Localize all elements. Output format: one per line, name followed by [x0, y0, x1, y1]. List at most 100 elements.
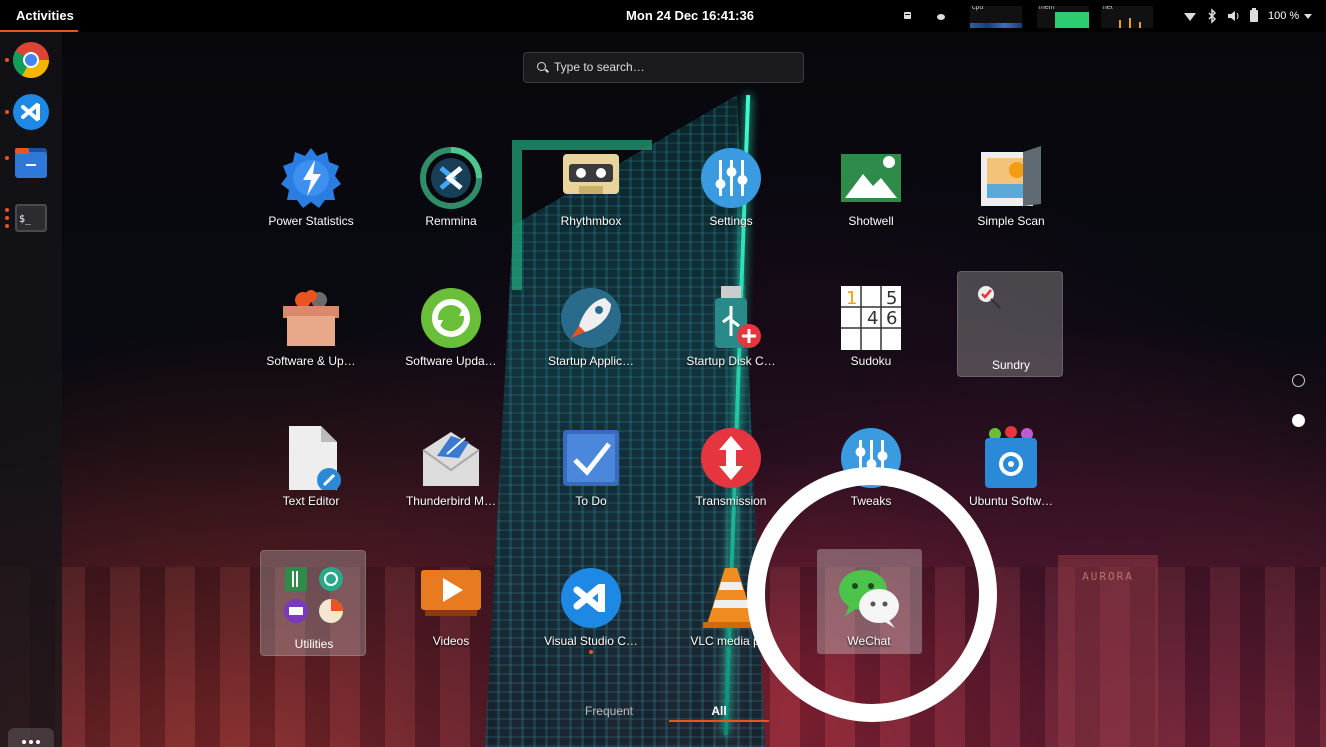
- activities-button[interactable]: Activities: [0, 0, 78, 32]
- rhythmbox-icon: [559, 146, 623, 210]
- app-label: Power Statistics: [268, 214, 354, 228]
- running-indicator: [5, 208, 9, 212]
- wifi-icon[interactable]: [1183, 0, 1197, 32]
- app-label: Text Editor: [282, 494, 340, 508]
- ubuntu-software-bag-icon: [979, 426, 1043, 490]
- app-simple-scan[interactable]: Simple Scan: [956, 142, 1066, 252]
- top-bar: Activities Mon 24 Dec 16:41:36 cpu mem n…: [0, 0, 1326, 32]
- app-vscode[interactable]: Visual Studio C…: [536, 562, 646, 672]
- app-shotwell[interactable]: Shotwell: [816, 142, 926, 252]
- net-monitor[interactable]: net: [1101, 6, 1153, 28]
- app-thunderbird[interactable]: Thunderbird M…: [396, 422, 506, 532]
- page-indicator-2[interactable]: [1292, 414, 1305, 427]
- folder-utilities[interactable]: Utilities: [260, 550, 366, 656]
- app-remmina[interactable]: Remmina: [396, 142, 506, 252]
- app-startup-disk-creator[interactable]: Startup Disk C…: [676, 282, 786, 392]
- videos-icon: [419, 566, 483, 630]
- utilities-folder-icons: [284, 567, 343, 623]
- page-indicator-1[interactable]: [1292, 374, 1305, 387]
- volume-icon[interactable]: [1227, 0, 1241, 32]
- mem-monitor[interactable]: mem: [1037, 6, 1089, 28]
- vscode-dock-icon[interactable]: [11, 92, 51, 132]
- app-videos[interactable]: Videos: [396, 562, 506, 672]
- annotation-circle: [747, 467, 997, 722]
- rocket-icon: [559, 286, 623, 350]
- running-indicator: [5, 110, 9, 114]
- app-label: Settings: [709, 214, 753, 228]
- software-updater-icon: [419, 286, 483, 350]
- app-sudoku[interactable]: 1 5 4 6 Sudoku: [816, 282, 926, 392]
- running-indicator: [5, 216, 9, 220]
- show-applications-button[interactable]: [8, 728, 54, 747]
- app-label: Thunderbird M…: [405, 494, 497, 508]
- running-indicator: [5, 224, 9, 228]
- app-software-updater[interactable]: Software Upda…: [396, 282, 506, 392]
- shotwell-icon: [839, 146, 903, 210]
- software-updates-box-icon: [279, 286, 343, 350]
- thunderbird-icon: [419, 426, 483, 490]
- usb-icon: [699, 286, 763, 350]
- running-indicator: [5, 156, 9, 160]
- app-label: Software Upda…: [405, 354, 497, 368]
- transmission-icon: [699, 426, 763, 490]
- app-label: Remmina: [425, 214, 477, 228]
- app-label: Videos: [432, 634, 470, 648]
- app-label: Shotwell: [848, 214, 894, 228]
- app-label: Simple Scan: [977, 214, 1045, 228]
- app-todo[interactable]: To Do: [536, 422, 646, 532]
- app-label: Startup Disk C…: [686, 354, 776, 368]
- app-power-statistics[interactable]: Power Statistics: [256, 142, 366, 252]
- running-indicator: [5, 58, 9, 62]
- battery-icon[interactable]: [1249, 0, 1259, 32]
- app-label: To Do: [575, 494, 607, 508]
- app-settings[interactable]: Settings: [676, 142, 786, 252]
- tab-all-underline: [669, 720, 769, 722]
- app-label: Visual Studio C…: [544, 634, 638, 648]
- app-label: Sudoku: [850, 354, 892, 368]
- app-label: Transmission: [695, 494, 767, 508]
- app-label: Ubuntu Softw…: [968, 494, 1054, 508]
- terminal-icon[interactable]: $_: [11, 198, 51, 238]
- simple-scan-icon: [979, 146, 1043, 210]
- vscode-icon: [559, 566, 623, 630]
- sundry-app-icon: [978, 286, 1001, 309]
- svg-text:1: 1: [846, 288, 857, 309]
- indicator-icon[interactable]: [903, 0, 913, 32]
- svg-text:$_: $_: [19, 214, 32, 225]
- app-software-updates[interactable]: Software & Up…: [256, 282, 366, 392]
- files-icon[interactable]: [11, 142, 51, 182]
- app-ubuntu-software[interactable]: Ubuntu Softw…: [956, 422, 1066, 532]
- cpu-label: cpu: [972, 6, 984, 11]
- cpu-monitor[interactable]: cpu: [970, 6, 1022, 28]
- mem-label: mem: [1039, 6, 1055, 11]
- search-input[interactable]: Type to search…: [523, 52, 804, 83]
- running-indicator: [589, 650, 593, 654]
- app-text-editor[interactable]: Text Editor: [256, 422, 366, 532]
- svg-text:4: 4: [867, 308, 878, 329]
- sudoku-icon: 1 5 4 6: [839, 286, 903, 350]
- search-icon: [537, 62, 546, 71]
- system-menu-chevron-icon[interactable]: [1303, 0, 1313, 32]
- battery-percent[interactable]: 100 %: [1268, 0, 1299, 32]
- net-label: net: [1103, 6, 1113, 11]
- todo-check-icon: [559, 426, 623, 490]
- folder-label: Utilities: [294, 637, 334, 651]
- app-label: Startup Applic…: [547, 354, 635, 368]
- text-editor-icon: [279, 426, 343, 492]
- app-label: Rhythmbox: [560, 214, 622, 228]
- indicator-icon-2[interactable]: [936, 0, 946, 32]
- svg-text:5: 5: [886, 288, 897, 309]
- app-rhythmbox[interactable]: Rhythmbox: [536, 142, 646, 252]
- aurora-sign: AURORA: [1082, 570, 1134, 583]
- bluetooth-icon[interactable]: [1207, 0, 1217, 32]
- svg-text:6: 6: [886, 308, 897, 329]
- dock: $_: [0, 32, 62, 747]
- folder-label: Sundry: [991, 358, 1031, 372]
- remmina-icon: [419, 146, 483, 210]
- chrome-icon[interactable]: [11, 40, 51, 80]
- clock[interactable]: Mon 24 Dec 16:41:36: [600, 0, 780, 32]
- app-startup-applications[interactable]: Startup Applic…: [536, 282, 646, 392]
- folder-sundry[interactable]: Sundry: [957, 271, 1063, 377]
- tab-frequent[interactable]: Frequent: [570, 704, 648, 722]
- app-transmission[interactable]: Transmission: [676, 422, 786, 532]
